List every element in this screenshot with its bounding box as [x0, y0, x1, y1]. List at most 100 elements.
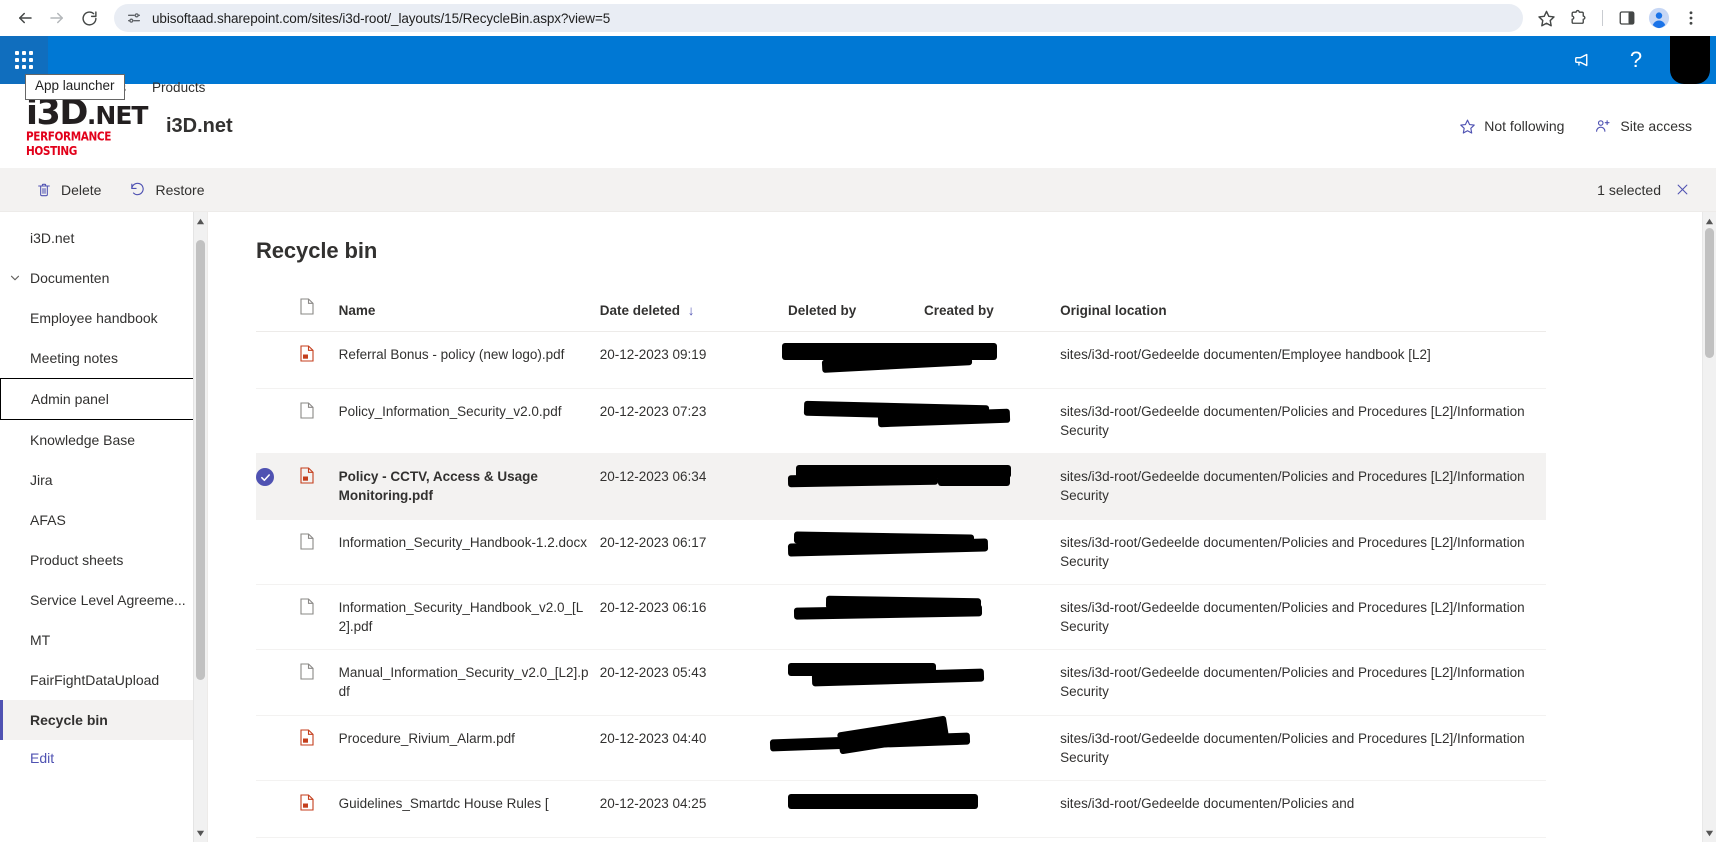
- row-name[interactable]: Procedure_Rivium_Alarm.pdf: [338, 715, 600, 781]
- column-header-original-location[interactable]: Original location: [1060, 298, 1546, 332]
- file-name: Guidelines_Smartdc House Rules [: [338, 795, 549, 811]
- row-date-deleted: 20-12-2023 06:17: [599, 519, 788, 585]
- site-title[interactable]: i3D.net: [166, 115, 233, 138]
- row-name[interactable]: Information_Security_Handbook-1.2.docx: [338, 519, 600, 585]
- row-original-location: sites/i3d-root/Gedeelde documenten/Emplo…: [1060, 331, 1546, 389]
- table-row[interactable]: Policy - CCTV, Access & Usage Monitoring…: [256, 453, 1546, 520]
- scroll-down-arrow-icon[interactable]: [194, 826, 207, 840]
- row-checkbox[interactable]: [256, 331, 300, 389]
- not-following-label: Not following: [1484, 118, 1565, 134]
- not-following-button[interactable]: Not following: [1459, 118, 1564, 135]
- row-checkbox[interactable]: [256, 453, 300, 520]
- row-name[interactable]: Guidelines_Smartdc House Rules [: [338, 780, 600, 838]
- help-icon[interactable]: ?: [1614, 36, 1658, 84]
- table-row[interactable]: Guidelines_Smartdc House Rules [ 20-12-2…: [256, 780, 1546, 838]
- row-name[interactable]: Policy_Information_Security_v2.0.pdf: [338, 388, 600, 455]
- main-scroll-thumb[interactable]: [1705, 228, 1714, 358]
- sidebar-item-documenten[interactable]: Documenten: [0, 258, 207, 298]
- sidebar-item-label: Product sheets: [30, 552, 124, 568]
- sidebar-item-jira[interactable]: Jira: [0, 460, 207, 500]
- site-logo[interactable]: i3D.NET PERFORMANCE HOSTING: [26, 95, 148, 158]
- table-row[interactable]: Policy_Information_Security_v2.0.pdf 20-…: [256, 388, 1546, 455]
- sidebar-item-label: Service Level Agreeme...: [30, 592, 186, 608]
- forward-button[interactable]: [42, 3, 72, 33]
- clear-selection-icon[interactable]: [1675, 182, 1690, 197]
- sidebar-item-knowledge-base[interactable]: Knowledge Base: [0, 420, 207, 460]
- sidebar-item-label: FairFightDataUpload: [30, 672, 160, 688]
- sidebar-item-i3dnet[interactable]: i3D.net: [0, 218, 207, 258]
- table-row[interactable]: Information_Security_Handbook-1.2.docx 2…: [256, 519, 1546, 585]
- row-name[interactable]: Policy - CCTV, Access & Usage Monitoring…: [338, 453, 600, 520]
- row-checkbox[interactable]: [256, 388, 300, 455]
- delete-button[interactable]: Delete: [24, 176, 113, 204]
- sidebar-item-mt[interactable]: MT: [0, 620, 207, 660]
- column-header-created-by[interactable]: Created by: [924, 298, 1061, 332]
- file-type-header[interactable]: [299, 298, 339, 332]
- trash-icon: [36, 182, 52, 198]
- redacted-user-name: [788, 793, 1050, 824]
- table-row[interactable]: Procedure_Rivium_Alarm.pdf 20-12-2023 04…: [256, 715, 1546, 781]
- column-header-date-deleted[interactable]: Date deleted ↓: [599, 298, 788, 332]
- logo-wordmark: i3D.NET: [26, 92, 148, 133]
- site-info-icon[interactable]: [126, 10, 142, 26]
- sidebar-item-recycle-bin[interactable]: Recycle bin: [0, 700, 207, 740]
- row-file-icon: [299, 780, 339, 838]
- row-file-icon: [299, 331, 339, 389]
- sidebar-item-fairfightdataupload[interactable]: FairFightDataUpload: [0, 660, 207, 700]
- extensions-icon[interactable]: [1563, 3, 1593, 33]
- chevron-down-icon[interactable]: [8, 271, 22, 285]
- file-type-icon: [300, 298, 314, 315]
- nav-item-products[interactable]: Products: [152, 80, 205, 95]
- sidebar-item-afas[interactable]: AFAS: [0, 500, 207, 540]
- address-bar[interactable]: ubisoftaad.sharepoint.com/sites/i3d-root…: [114, 4, 1523, 32]
- site-access-button[interactable]: Site access: [1594, 117, 1692, 135]
- row-name[interactable]: Information_Security_Handbook_v2.0_[L2].…: [338, 584, 600, 651]
- row-file-icon: [299, 715, 339, 781]
- sidebar-item-employee-handbook[interactable]: Employee handbook: [0, 298, 207, 338]
- table-row[interactable]: Referral Bonus - policy (new logo).pdf 2…: [256, 331, 1546, 389]
- row-checkbox[interactable]: [256, 649, 300, 716]
- left-nav-scroll-thumb[interactable]: [196, 240, 205, 680]
- scroll-down-arrow-icon[interactable]: [1703, 826, 1716, 840]
- url-text[interactable]: ubisoftaad.sharepoint.com/sites/i3d-root…: [152, 11, 610, 26]
- side-panel-icon[interactable]: [1612, 3, 1642, 33]
- row-deleted-by: [787, 453, 1061, 520]
- row-checkbox[interactable]: [256, 519, 300, 585]
- bookmark-star-icon[interactable]: [1531, 3, 1561, 33]
- scroll-up-arrow-icon[interactable]: [194, 214, 207, 228]
- row-checkbox[interactable]: [256, 715, 300, 781]
- table-row[interactable]: Information_Security_Handbook_v2.0_[L2].…: [256, 584, 1546, 651]
- table-row[interactable]: Manual_Information_Security_v2.0_[L2].pd…: [256, 649, 1546, 716]
- row-checkbox[interactable]: [256, 584, 300, 651]
- sidebar-item-meeting-notes[interactable]: Meeting notes: [0, 338, 207, 378]
- sharepoint-suite-bar: ? App launcher: [0, 36, 1716, 100]
- main-scrollbar[interactable]: [1702, 212, 1716, 842]
- sidebar-edit-link[interactable]: Edit: [0, 740, 207, 776]
- checkbox-checked-icon[interactable]: [256, 468, 274, 487]
- sidebar-item-product-sheets[interactable]: Product sheets: [0, 540, 207, 580]
- sidebar-item-label: i3D.net: [30, 230, 75, 246]
- sidebar-item-admin-panel[interactable]: Admin panel: [0, 378, 207, 420]
- browser-menu-icon[interactable]: [1676, 3, 1706, 33]
- sidebar-item-label: Recycle bin: [30, 712, 108, 728]
- sidebar-item-label: Meeting notes: [30, 350, 118, 366]
- back-button[interactable]: [10, 3, 40, 33]
- row-checkbox[interactable]: [256, 780, 300, 838]
- site-access-label: Site access: [1620, 118, 1692, 134]
- row-name[interactable]: Manual_Information_Security_v2.0_[L2].pd…: [338, 649, 600, 716]
- megaphone-icon[interactable]: [1562, 36, 1606, 84]
- left-nav-scrollbar[interactable]: [193, 212, 207, 842]
- profile-avatar-icon[interactable]: [1644, 3, 1674, 33]
- column-header-deleted-by[interactable]: Deleted by: [788, 298, 925, 332]
- column-header-name[interactable]: Name: [338, 298, 600, 332]
- select-all-header[interactable]: [256, 298, 300, 332]
- command-bar: Delete Restore 1 selected: [0, 168, 1716, 212]
- restore-button[interactable]: Restore: [117, 175, 216, 204]
- reload-button[interactable]: [74, 3, 104, 33]
- pdf-icon: [300, 729, 314, 746]
- row-file-icon: [299, 453, 339, 520]
- scroll-up-arrow-icon[interactable]: [1703, 214, 1716, 228]
- browser-toolbar: ubisoftaad.sharepoint.com/sites/i3d-root…: [0, 0, 1716, 36]
- row-name[interactable]: Referral Bonus - policy (new logo).pdf: [338, 331, 600, 389]
- sidebar-item-service-level-agreements[interactable]: Service Level Agreeme...: [0, 580, 207, 620]
